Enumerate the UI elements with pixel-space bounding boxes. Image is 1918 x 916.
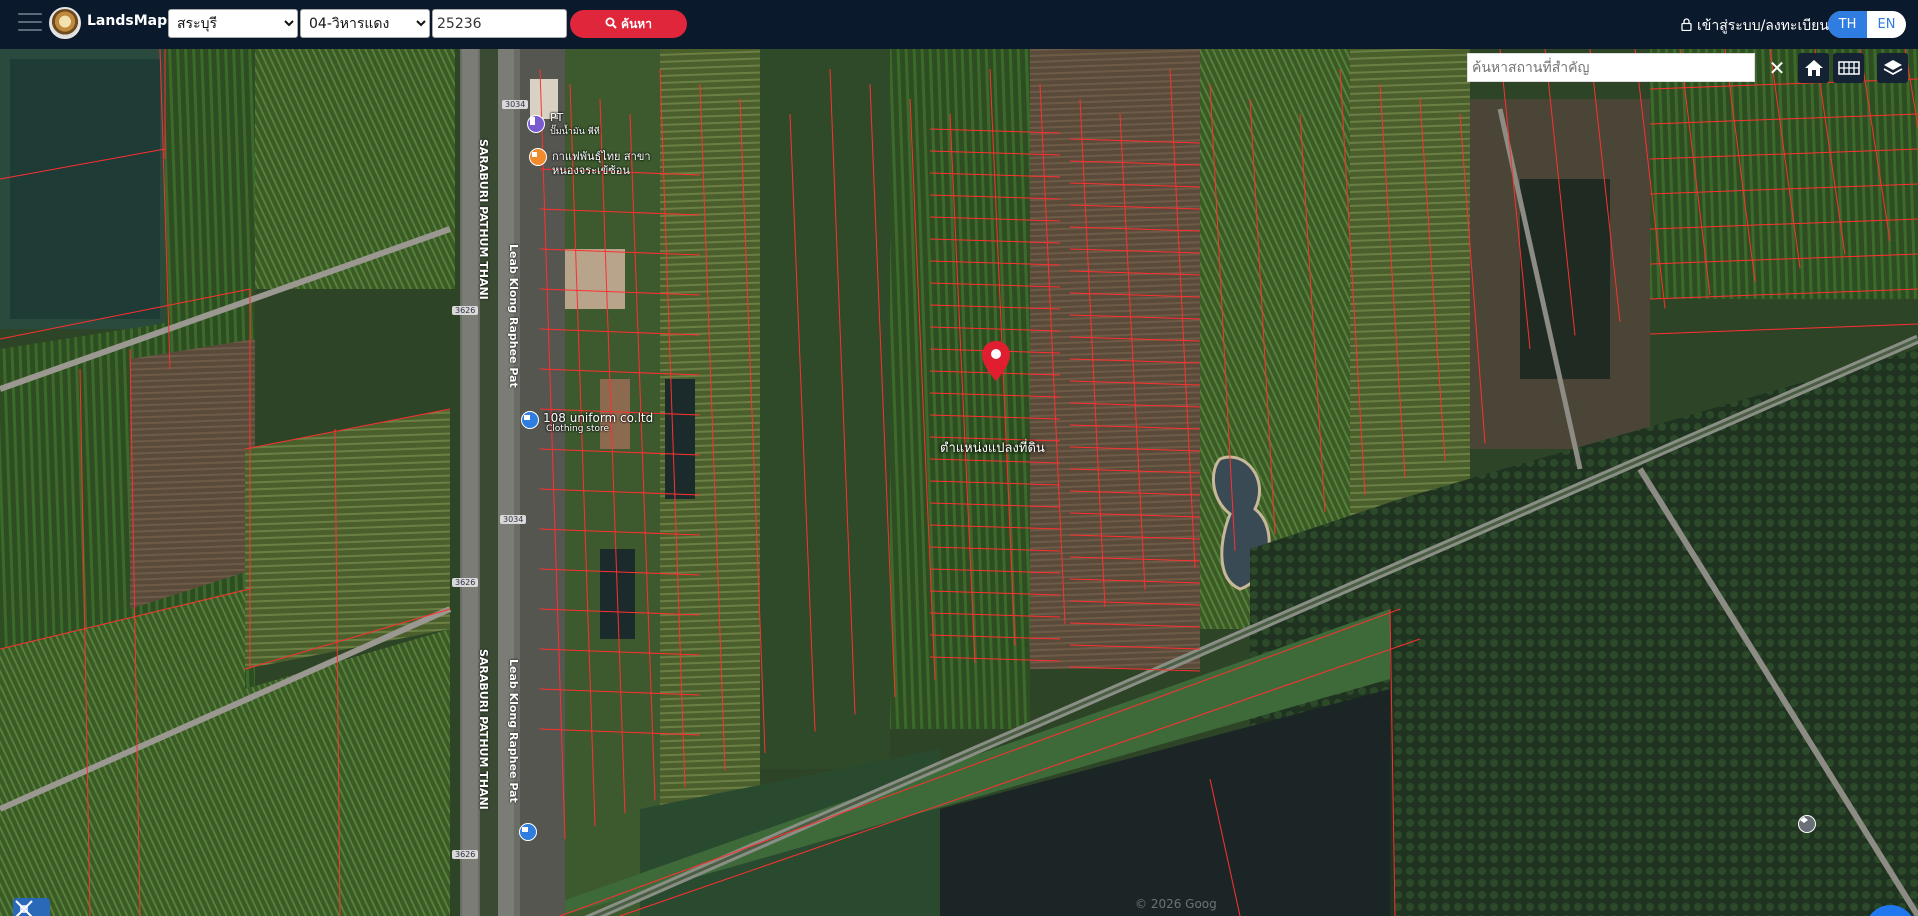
lang-en-button[interactable]: EN <box>1867 11 1906 38</box>
route-shield: 3626 <box>452 306 479 315</box>
top-bar: LandsMaps สระบุรี 04-วิหารแดง ค้นหา เข้า… <box>0 0 1918 49</box>
home-icon[interactable] <box>1798 53 1829 83</box>
province-select[interactable]: สระบุรี <box>168 9 298 38</box>
school-icon[interactable] <box>1798 815 1816 833</box>
measure-tool-icon[interactable] <box>13 898 50 916</box>
route-shield: 3034 <box>500 515 527 524</box>
road-name-label: SARABURI PATHUM THANI <box>477 649 490 810</box>
search-icon <box>605 17 617 32</box>
grid-icon[interactable] <box>1833 53 1864 83</box>
poi-sublabel: หนองจระเข้ซ้อน <box>552 164 630 177</box>
poi-label: 108 uniform co.ltd <box>543 411 654 425</box>
pin-label: ตำแหน่งแปลงที่ดิน <box>940 441 1045 456</box>
route-shield: 3034 <box>502 100 529 109</box>
close-icon[interactable]: ✕ <box>1762 53 1792 82</box>
shopping-icon[interactable] <box>521 411 539 429</box>
poi-label: PT <box>550 111 564 124</box>
satellite-map[interactable]: SARABURI PATHUM THANI Leab Klong Raphee … <box>0 49 1918 916</box>
logo-text: LandsMaps <box>87 13 176 29</box>
road-name-label: Leab Klong Raphee Pat <box>507 659 520 803</box>
gas-station-icon[interactable] <box>527 115 545 133</box>
parcel-code-input[interactable] <box>432 9 567 38</box>
map-canvas[interactable] <box>0 49 1918 916</box>
district-select[interactable]: 04-วิหารแดง <box>300 9 430 38</box>
map-copyright: © 2026 Goog <box>1135 897 1217 911</box>
route-shield: 3626 <box>452 578 479 587</box>
login-link[interactable]: เข้าสู่ระบบ/ลงทะเบียน <box>1681 15 1829 37</box>
hamburger-icon[interactable] <box>18 13 42 33</box>
poi-sublabel: Clothing store <box>546 424 610 434</box>
landsmaps-logo[interactable] <box>49 7 81 39</box>
search-button-label: ค้นหา <box>621 16 652 31</box>
road-name-label: Leab Klong Raphee Pat <box>507 244 520 388</box>
lock-icon <box>1681 17 1692 35</box>
poi-sublabel: ปั๊มน้ำมัน พีที <box>550 127 600 137</box>
shopping-icon[interactable] <box>519 823 537 841</box>
route-shield: 3626 <box>452 850 479 859</box>
layers-icon[interactable] <box>1877 53 1908 83</box>
language-switch: TH EN <box>1828 11 1906 38</box>
road-name-label: SARABURI PATHUM THANI <box>477 139 490 300</box>
place-search-input[interactable] <box>1467 53 1755 82</box>
coffee-icon[interactable] <box>529 148 547 166</box>
lang-th-button[interactable]: TH <box>1828 11 1867 38</box>
login-label: เข้าสู่ระบบ/ลงทะเบียน <box>1697 18 1829 34</box>
search-button[interactable]: ค้นหา <box>570 10 687 38</box>
